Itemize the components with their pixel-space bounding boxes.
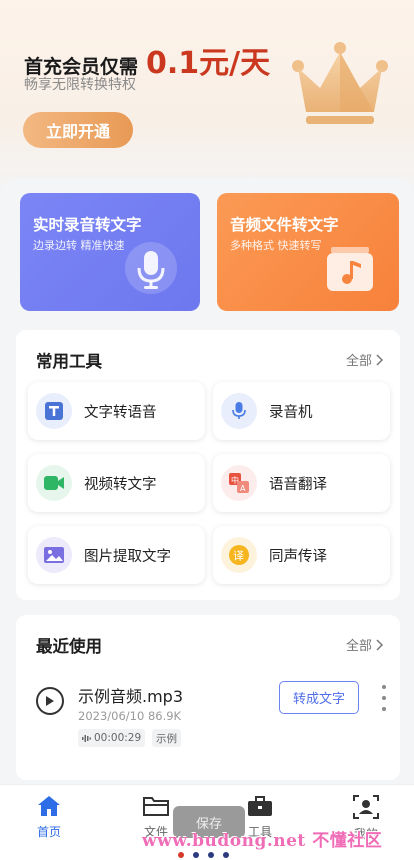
page-indicator	[178, 852, 229, 858]
duration-text: 00:00:29	[94, 732, 142, 744]
sample-badge: 示例	[152, 729, 181, 747]
text-icon	[36, 393, 72, 429]
promo-price: 0.1元/天	[146, 46, 271, 81]
chevron-right-icon	[376, 638, 384, 651]
translate-icon: 中A	[221, 465, 257, 501]
open-membership-button[interactable]: 立即开通	[23, 112, 133, 148]
file-name: 示例音频.mp3	[78, 687, 184, 706]
tools-view-all[interactable]: 全部	[346, 350, 384, 369]
user-icon	[353, 795, 379, 819]
svg-text:译: 译	[233, 550, 244, 563]
video-icon	[36, 465, 72, 501]
tool-label: 同声传译	[269, 548, 327, 565]
feature-subtitle: 多种格式 快速转写	[230, 239, 322, 252]
view-all-label: 全部	[345, 639, 372, 654]
recent-file-item[interactable]: 示例音频.mp3 2023/06/10 86.9K 00:00:29 示例 转成…	[36, 681, 386, 751]
watermark: www.budong.net 不懂社区	[142, 831, 383, 851]
nav-home[interactable]: 首页	[19, 795, 79, 840]
tools-title: 常用工具	[36, 352, 102, 371]
convert-to-text-button[interactable]: 转成文字	[279, 681, 359, 714]
home-icon	[38, 796, 60, 816]
view-all-label: 全部	[345, 354, 372, 369]
common-tools-panel: 常用工具 全部 文字转语音 录音机 视频转文字 中A 语音翻译 图片提取文字 译…	[16, 330, 400, 600]
nav-label: 首页	[36, 825, 61, 839]
feature-subtitle: 边录边转 精准快速	[33, 239, 125, 252]
feature-title: 实时录音转文字	[33, 216, 142, 234]
crown-icon	[292, 42, 388, 124]
briefcase-icon	[248, 796, 272, 816]
tool-simultaneous-interpret[interactable]: 译 同声传译	[213, 526, 390, 584]
tool-voice-translate[interactable]: 中A 语音翻译	[213, 454, 390, 512]
recent-title: 最近使用	[36, 637, 102, 656]
waveform-icon	[82, 734, 91, 742]
recent-use-panel: 最近使用 全部 示例音频.mp3 2023/06/10 86.9K 00:00:…	[16, 615, 400, 780]
tool-label: 视频转文字	[84, 476, 157, 493]
svg-text:A: A	[240, 484, 246, 493]
folder-icon	[143, 797, 169, 816]
audio-file-card[interactable]: 音频文件转文字 多种格式 快速转写	[217, 193, 399, 311]
tool-label: 图片提取文字	[84, 548, 171, 565]
play-icon[interactable]	[36, 687, 64, 715]
microphone-icon	[221, 393, 257, 429]
chevron-right-icon	[376, 353, 384, 366]
music-file-icon	[327, 247, 373, 291]
microphone-icon	[125, 242, 177, 294]
realtime-record-card[interactable]: 实时录音转文字 边录边转 精准快速	[20, 193, 200, 311]
duration-badge: 00:00:29	[78, 729, 146, 747]
tool-video-to-text[interactable]: 视频转文字	[28, 454, 205, 512]
tool-recorder[interactable]: 录音机	[213, 382, 390, 440]
feature-title: 音频文件转文字	[230, 216, 339, 234]
file-meta: 2023/06/10 86.9K	[78, 709, 182, 723]
more-options-icon[interactable]	[379, 685, 389, 711]
interpret-icon: 译	[221, 537, 257, 573]
tool-label: 文字转语音	[84, 404, 157, 421]
tool-label: 录音机	[269, 404, 313, 421]
svg-text:中: 中	[231, 475, 239, 485]
tool-label: 语音翻译	[269, 476, 327, 493]
recent-view-all[interactable]: 全部	[346, 635, 384, 654]
tool-text-to-speech[interactable]: 文字转语音	[28, 382, 205, 440]
tool-image-ocr[interactable]: 图片提取文字	[28, 526, 205, 584]
promo-subtitle: 畅享无限转换特权	[24, 77, 136, 93]
image-icon	[36, 537, 72, 573]
